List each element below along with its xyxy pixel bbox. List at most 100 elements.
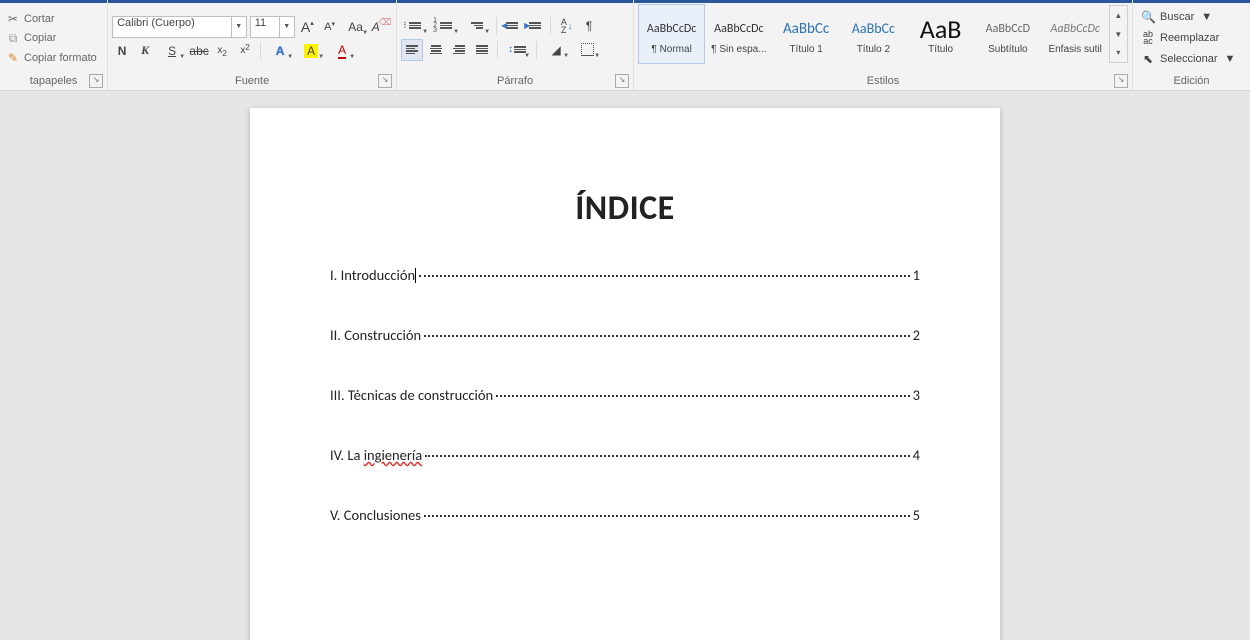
justify-button[interactable]: [472, 40, 492, 60]
toc-entry[interactable]: III. Técnicas de construcción3: [330, 386, 920, 404]
toc-page: 1: [913, 266, 920, 284]
strikethrough-button[interactable]: abc: [189, 41, 209, 61]
format-painter-button[interactable]: ✎Copiar formato: [4, 50, 103, 66]
expand-icon[interactable]: ▾: [1110, 43, 1127, 62]
copy-button[interactable]: ⧉Copiar: [4, 30, 103, 47]
toc-label: II. Construcción: [330, 326, 421, 344]
font-color-button[interactable]: A▼: [328, 41, 356, 61]
outdent-icon: [506, 22, 518, 29]
strikethrough-icon: abc: [189, 44, 208, 58]
align-center-button[interactable]: [426, 40, 446, 60]
brush-icon: ✎: [6, 51, 20, 65]
separator: [496, 17, 497, 35]
chevron-up-icon[interactable]: ▲: [1110, 6, 1127, 25]
separator: [260, 42, 261, 60]
toc-label: IV. La ingienería: [330, 446, 422, 464]
cut-label: Cortar: [24, 13, 55, 25]
superscript-button[interactable]: x2: [235, 41, 255, 61]
paragraph-dialog-launcher[interactable]: ↘: [615, 74, 629, 88]
styles-group-label: Estilos: [867, 75, 899, 87]
toc-leader: [424, 335, 910, 337]
line-spacing-button[interactable]: ↕▼: [503, 40, 531, 60]
sort-button[interactable]: AZ↓: [556, 16, 576, 36]
pilcrow-icon: ¶: [586, 19, 592, 33]
clear-formatting-button[interactable]: A⌫: [372, 17, 392, 37]
borders-button[interactable]: ▼: [573, 40, 601, 60]
select-label: Seleccionar: [1160, 53, 1217, 65]
toc-entry[interactable]: II. Construcción2: [330, 326, 920, 344]
replace-button[interactable]: abacReemplazar: [1137, 29, 1246, 47]
copy-icon: ⧉: [6, 31, 20, 46]
borders-icon: [581, 43, 594, 56]
underline-button[interactable]: S▼: [158, 41, 186, 61]
toc-leader: [419, 275, 909, 277]
increase-indent-button[interactable]: ▶: [525, 16, 545, 36]
document-page[interactable]: ÍNDICE I. Introducción1II. Construcción2…: [250, 108, 1000, 640]
style-item-1[interactable]: AaBbCcDc¶ Sin espa...: [705, 4, 772, 64]
toc-entry[interactable]: I. Introducción1: [330, 265, 920, 284]
change-case-button[interactable]: Aa▼: [342, 17, 369, 37]
bold-button[interactable]: N: [112, 41, 132, 61]
toc-entry[interactable]: V. Conclusiones5: [330, 506, 920, 524]
style-item-6[interactable]: AaBbCcDcÉnfasis sutil: [1042, 4, 1109, 64]
multilevel-button[interactable]: ▼: [463, 16, 491, 36]
font-dialog-launcher[interactable]: ↘: [378, 74, 392, 88]
style-preview: AaBbCcDc: [1050, 14, 1099, 44]
font-size-combo[interactable]: 11▼: [250, 16, 295, 38]
italic-button[interactable]: K: [135, 41, 155, 61]
cursor-icon: ⬉: [1141, 52, 1155, 66]
style-gallery-more[interactable]: ▲▼▾: [1109, 5, 1128, 63]
font-name-combo[interactable]: Calibri (Cuerpo)▼: [112, 16, 247, 38]
show-marks-button[interactable]: ¶: [579, 16, 599, 36]
font-size-value: 11: [255, 17, 266, 29]
font-color-icon: A: [338, 43, 346, 59]
style-label: Subtítulo: [988, 44, 1027, 55]
styles-dialog-launcher[interactable]: ↘: [1114, 74, 1128, 88]
style-label: ¶ Sin espa...: [711, 44, 766, 55]
group-paragraph: ⠇▼ 123▼ ▼ ◀ ▶ AZ↓ ¶ ↕▼ ◢▼ ▼: [397, 0, 634, 90]
toc-leader: [496, 395, 909, 397]
chevron-down-icon[interactable]: ▼: [1110, 25, 1127, 44]
grow-font-button[interactable]: A▴: [298, 17, 317, 37]
bullets-button[interactable]: ⠇▼: [401, 16, 429, 36]
style-preview: AaBbCc: [783, 14, 829, 44]
toc-label: III. Técnicas de construcción: [330, 386, 493, 404]
style-item-2[interactable]: AaBbCcTítulo 1: [773, 4, 840, 64]
italic-icon: K: [141, 43, 149, 58]
shrink-font-icon: A: [324, 21, 331, 33]
toc-entry[interactable]: IV. La ingienería4: [330, 446, 920, 464]
style-item-4[interactable]: AaBTítulo: [907, 4, 974, 64]
document-workspace[interactable]: ÍNDICE I. Introducción1II. Construcción2…: [0, 90, 1250, 640]
font-name-value: Calibri (Cuerpo): [117, 17, 195, 29]
numbering-icon: [440, 22, 452, 29]
underline-icon: S: [168, 44, 176, 58]
style-preview: AaBbCcDc: [714, 14, 763, 44]
shading-button[interactable]: ◢▼: [542, 40, 570, 60]
select-button[interactable]: ⬉Seleccionar▼: [1137, 50, 1246, 68]
text-effects-button[interactable]: A▼: [266, 41, 294, 61]
replace-label: Reemplazar: [1160, 32, 1219, 44]
shrink-font-button[interactable]: A▾: [320, 17, 339, 37]
style-label: Énfasis sutil: [1048, 44, 1101, 55]
align-center-icon: [430, 45, 442, 54]
bold-icon: N: [118, 44, 127, 58]
decrease-indent-button[interactable]: ◀: [502, 16, 522, 36]
style-item-3[interactable]: AaBbCcTítulo 2: [840, 4, 907, 64]
style-item-0[interactable]: AaBbCcDc¶ Normal: [638, 4, 705, 64]
align-left-button[interactable]: [401, 39, 423, 61]
cut-button[interactable]: ✂Cortar: [4, 11, 103, 27]
highlight-button[interactable]: A▼: [297, 41, 325, 61]
numbering-button[interactable]: 123▼: [432, 16, 460, 36]
search-icon: 🔍: [1141, 10, 1155, 24]
font-group-label: Fuente: [235, 75, 269, 87]
style-gallery[interactable]: AaBbCcDc¶ NormalAaBbCcDc¶ Sin espa...AaB…: [638, 4, 1128, 64]
style-item-5[interactable]: AaBbCcDSubtítulo: [974, 4, 1041, 64]
align-right-button[interactable]: [449, 40, 469, 60]
align-right-icon: [453, 45, 465, 54]
spelling-error: ingienería: [364, 446, 422, 464]
find-button[interactable]: 🔍Buscar▼: [1137, 8, 1246, 26]
line-spacing-icon: ↕: [508, 44, 513, 55]
subscript-button[interactable]: x2: [212, 41, 232, 61]
bucket-icon: ◢: [551, 43, 560, 57]
clipboard-dialog-launcher[interactable]: ↘: [89, 74, 103, 88]
